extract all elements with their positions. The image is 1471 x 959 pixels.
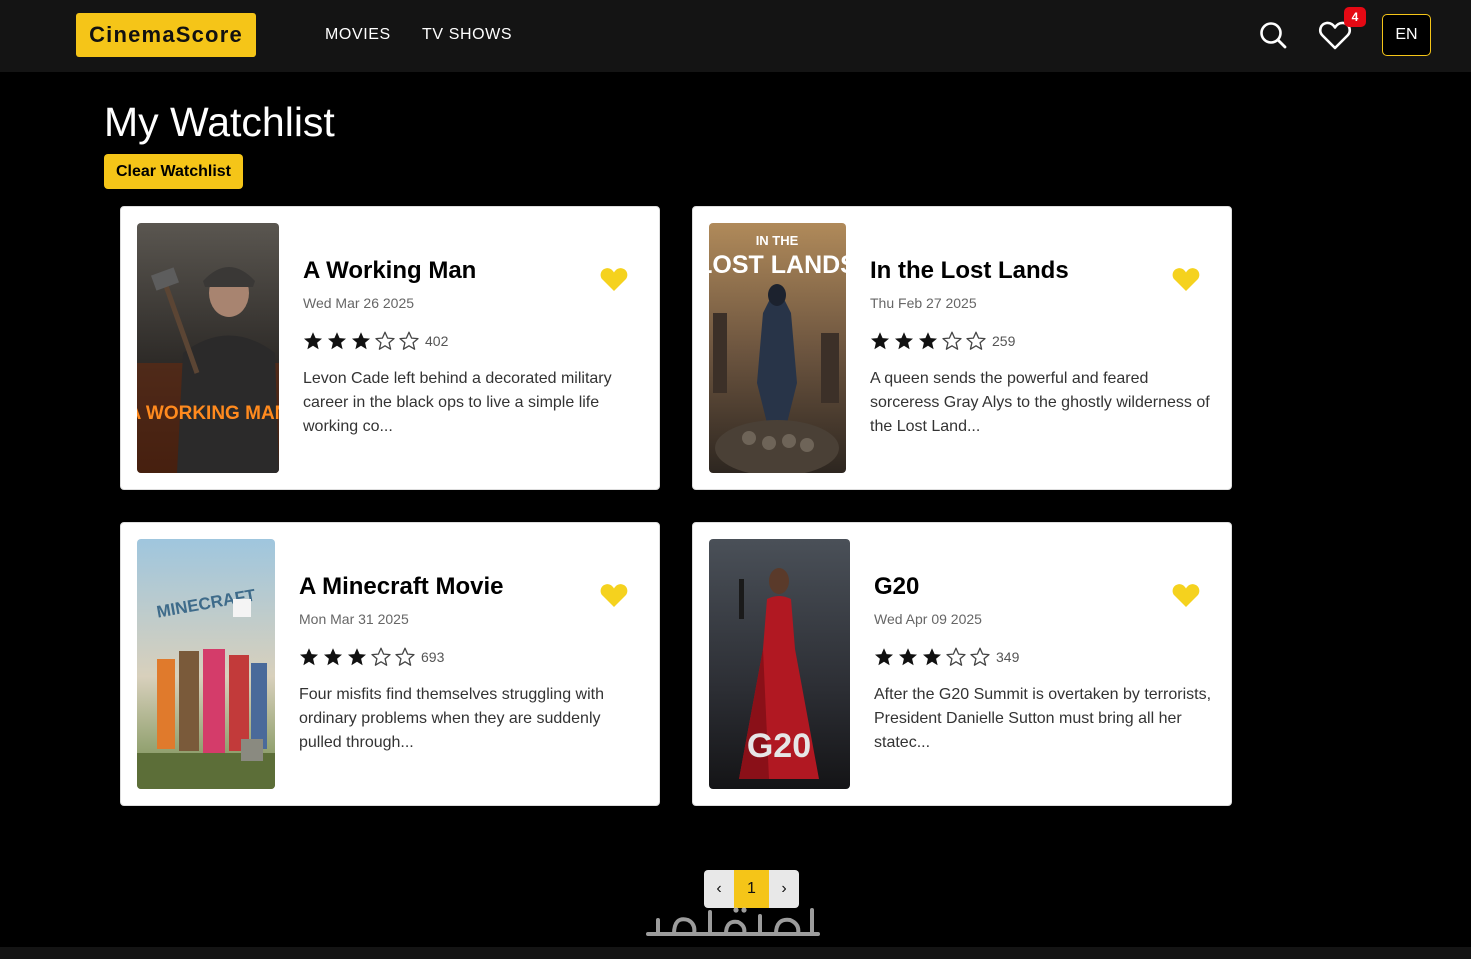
favorite-heart-icon[interactable] <box>1171 265 1201 293</box>
star-outline-icon <box>371 647 391 666</box>
favorite-heart-icon[interactable] <box>599 265 629 293</box>
star-outline-icon <box>966 331 986 350</box>
svg-text:A WORKING MAN: A WORKING MAN <box>137 403 279 424</box>
nav-tv-shows[interactable]: TV SHOWS <box>422 26 512 44</box>
release-date: Wed Mar 26 2025 <box>303 295 415 311</box>
star-filled-icon <box>899 648 917 666</box>
movie-title[interactable]: A Minecraft Movie <box>299 573 503 601</box>
movie-overview: Levon Cade left behind a decorated milit… <box>303 370 612 435</box>
nav-movies[interactable]: MOVIES <box>325 26 391 44</box>
movie-title[interactable]: In the Lost Lands <box>870 257 1069 285</box>
favorite-heart-icon[interactable] <box>599 581 629 609</box>
star-outline-icon <box>946 647 966 666</box>
favorites-count-badge: 4 <box>1344 7 1366 27</box>
rating-stars: 693 <box>299 647 444 667</box>
release-date: Mon Mar 31 2025 <box>299 611 409 627</box>
search-icon[interactable] <box>1258 20 1288 50</box>
svg-text:G20: G20 <box>747 727 811 765</box>
svg-text:IN THE: IN THE <box>756 233 799 248</box>
star-filled-icon <box>348 648 366 666</box>
movie-title[interactable]: A Working Man <box>303 257 476 285</box>
movie-poster[interactable]: MINECRAFT <box>137 539 275 789</box>
movie-poster[interactable]: G20 <box>709 539 850 789</box>
star-filled-icon <box>875 648 893 666</box>
favorite-heart-icon[interactable] <box>1171 581 1201 609</box>
movie-card[interactable]: MINECRAFT A Minecraft Movie Mon Mar 31 2… <box>120 522 660 806</box>
language-button[interactable]: EN <box>1382 14 1431 56</box>
vote-count: 259 <box>992 333 1016 349</box>
page-title: My Watchlist <box>104 99 335 145</box>
rating-stars: 259 <box>870 331 1015 351</box>
clear-watchlist-button[interactable]: Clear Watchlist <box>104 154 243 189</box>
vote-count: 693 <box>421 649 445 665</box>
star-filled-icon <box>923 648 941 666</box>
vote-count: 402 <box>425 333 449 349</box>
rating-stars: 402 <box>303 331 448 351</box>
star-outline-icon <box>399 331 419 350</box>
top-navbar: CinemaScore MOVIES TV SHOWS 4 EN <box>0 0 1471 72</box>
star-filled-icon <box>304 332 322 350</box>
release-date: Thu Feb 27 2025 <box>870 295 977 311</box>
movie-card[interactable]: G20 G20 Wed Apr 09 2025 349 After the G2… <box>692 522 1232 806</box>
star-outline-icon <box>395 647 415 666</box>
movie-poster[interactable]: IN THE LOST LANDS <box>709 223 846 473</box>
star-filled-icon <box>324 648 342 666</box>
svg-text:LOST LANDS: LOST LANDS <box>709 251 846 279</box>
star-filled-icon <box>919 332 937 350</box>
movie-overview: After the G20 Summit is overtaken by ter… <box>874 686 1212 751</box>
star-outline-icon <box>375 331 395 350</box>
movie-poster[interactable]: A WORKING MAN <box>137 223 279 473</box>
star-filled-icon <box>300 648 318 666</box>
rating-stars: 349 <box>874 647 1019 667</box>
star-outline-icon <box>970 647 990 666</box>
movie-card[interactable]: IN THE LOST LANDS In the Lost Lands Thu … <box>692 206 1232 490</box>
brand-logo[interactable]: CinemaScore <box>76 13 256 57</box>
star-outline-icon <box>942 331 962 350</box>
release-date: Wed Apr 09 2025 <box>874 611 982 627</box>
star-filled-icon <box>352 332 370 350</box>
vote-count: 349 <box>996 649 1020 665</box>
footer-strip <box>0 947 1471 959</box>
movie-title[interactable]: G20 <box>874 573 919 601</box>
movie-overview: A queen sends the powerful and feared so… <box>870 370 1210 435</box>
movie-overview: Four misfits find themselves struggling … <box>299 686 604 751</box>
star-filled-icon <box>328 332 346 350</box>
movie-card[interactable]: A WORKING MAN A Working Man Wed Mar 26 2… <box>120 206 660 490</box>
star-filled-icon <box>895 332 913 350</box>
star-filled-icon <box>871 332 889 350</box>
khamsat-watermark-logo <box>640 898 830 946</box>
